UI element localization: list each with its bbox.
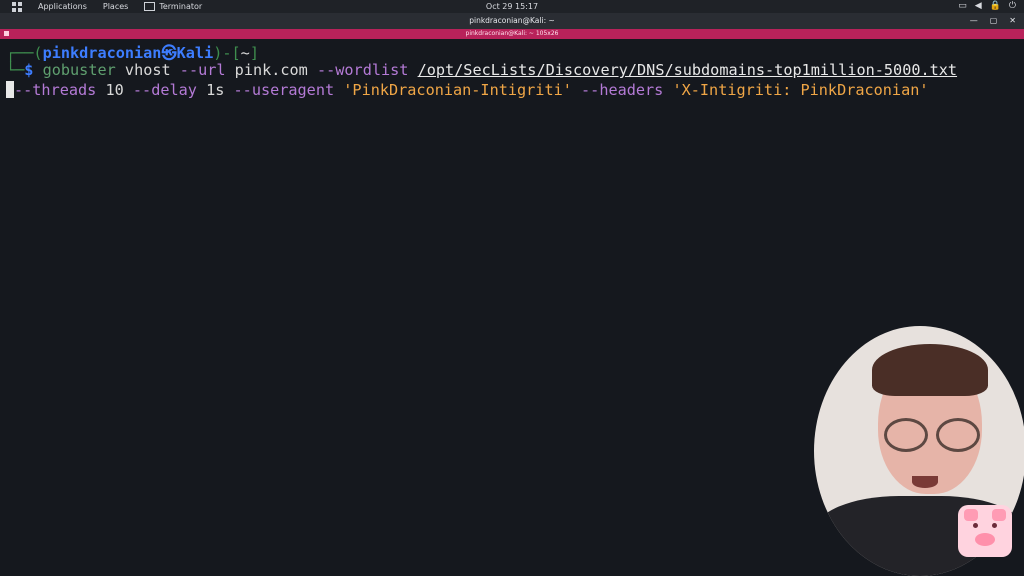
glasses xyxy=(884,418,984,452)
prompt-user: pinkdraconian xyxy=(42,44,162,62)
power-icon[interactable]: ⏻ xyxy=(1009,1,1016,11)
top-panel: Applications Places Terminator Oct 29 15… xyxy=(0,0,1024,13)
tab-close-icon[interactable] xyxy=(4,31,9,36)
display-icon[interactable]: ▭ xyxy=(958,1,967,11)
terminal-icon xyxy=(144,2,156,11)
terminal-tab-bar[interactable]: pinkdraconian@Kali: ~ 105x26 xyxy=(0,29,1024,39)
volume-icon[interactable]: ◀ xyxy=(975,1,982,11)
prompt-line: ┌──(pinkdraconian㉿Kali)-[~] xyxy=(6,44,259,62)
command-name: gobuster xyxy=(42,61,116,79)
window-title: pinkdraconian@Kali: ~ xyxy=(469,16,555,25)
wordlist-path: /opt/SecLists/Discovery/DNS/subdomains-t… xyxy=(417,61,958,79)
command-continuation: --threads 10 --delay 1s --useragent 'Pin… xyxy=(6,81,929,99)
maximize-icon[interactable]: ▢ xyxy=(990,13,998,29)
kali-icon: ㉿ xyxy=(161,44,177,62)
terminator-app-menu[interactable]: Terminator xyxy=(144,2,202,11)
close-icon[interactable]: ✕ xyxy=(1009,13,1016,29)
applications-menu[interactable]: Applications xyxy=(38,2,87,11)
system-tray: ▭ ◀ 🔒 ⏻ xyxy=(958,1,1016,11)
command-line: └─$ gobuster vhost --url pink.com --word… xyxy=(6,61,958,79)
places-menu[interactable]: Places xyxy=(103,2,128,11)
apps-grid-icon[interactable] xyxy=(12,1,22,12)
window-titlebar[interactable]: pinkdraconian@Kali: ~ — ▢ ✕ xyxy=(0,13,1024,29)
tab-title: pinkdraconian@Kali: ~ 105x26 xyxy=(465,30,559,37)
prompt-cwd: ~ xyxy=(240,44,250,62)
minimize-icon[interactable]: — xyxy=(970,13,978,29)
pig-logo-icon xyxy=(958,505,1012,557)
prompt-host: Kali xyxy=(176,44,214,62)
text-cursor xyxy=(6,81,14,98)
lock-icon[interactable]: 🔒 xyxy=(990,1,1001,11)
